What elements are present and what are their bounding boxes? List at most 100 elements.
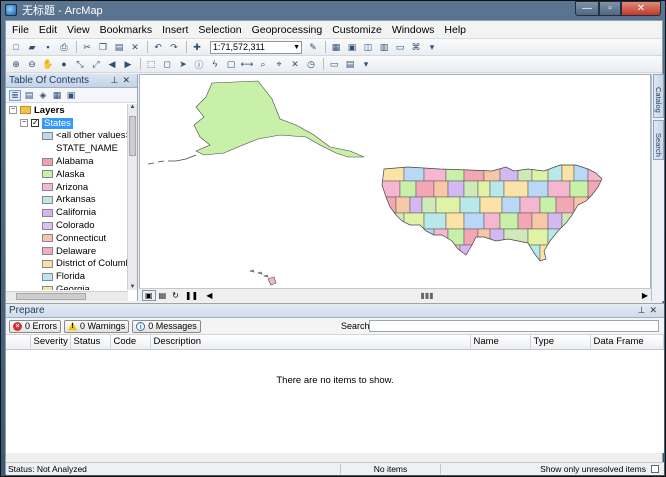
swipe-icon[interactable]: ▤ [343,58,357,71]
redo-icon[interactable]: ↷ [167,41,181,54]
cut-icon[interactable]: ✂ [80,41,94,54]
menu-edit[interactable]: Edit [39,24,57,36]
toc-vertical-scrollbar[interactable]: ▲ ▼ [127,104,137,290]
find-icon[interactable]: ⌕ [256,58,270,71]
menu-selection[interactable]: Selection [198,24,241,36]
copy-icon[interactable]: ❐ [96,41,110,54]
column-header-description[interactable]: Description [150,335,471,350]
us-states-map[interactable] [140,75,650,287]
fixed-zoom-out-icon[interactable]: ⤢ [89,58,103,71]
errors-filter-button[interactable]: × 0 Errors [9,319,62,333]
select-elements-icon[interactable]: ➤ [176,58,190,71]
new-document-icon[interactable]: □ [9,41,23,54]
go-to-xy-icon[interactable]: ✕ [288,58,302,71]
search-side-tab[interactable]: Search [653,120,664,160]
legend-item[interactable]: Connecticut [6,232,128,245]
search-window-icon[interactable]: ◫ [361,41,375,54]
menu-insert[interactable]: Insert [162,24,188,36]
legend-item[interactable]: Georgia [6,283,128,290]
model-builder-icon[interactable]: ⌘ [409,41,423,54]
states-layer-label[interactable]: States [42,117,73,129]
map-scale-input[interactable]: 1:71,572,311 ▼ [210,40,302,54]
menu-file[interactable]: File [12,24,29,36]
html-popup-icon[interactable]: ▢ [224,58,238,71]
states-layer-row[interactable]: − ✓ States [6,117,128,130]
close-icon[interactable]: ✕ [122,75,134,85]
delete-icon[interactable]: ✕ [128,41,142,54]
collapse-icon[interactable]: − [9,106,17,115]
scroll-thumb[interactable] [16,293,86,300]
measure-icon[interactable]: ⟷ [240,58,254,71]
fixed-zoom-in-icon[interactable]: ⤡ [73,58,87,71]
toc-horizontal-scrollbar[interactable] [6,291,128,301]
viewer-window-icon[interactable]: ▭ [327,58,341,71]
legend-item[interactable]: District of Columbia [6,258,128,271]
menu-customize[interactable]: Customize [332,24,382,36]
maximize-button[interactable]: ▫ [599,1,621,16]
arctoolbox-icon[interactable]: ▥ [377,41,391,54]
legend-item[interactable]: Alabama [6,155,128,168]
layer-visibility-checkbox[interactable]: ✓ [31,119,39,128]
close-icon[interactable]: ✕ [649,305,661,315]
pause-drawing-icon[interactable]: ❚❚ [185,291,198,300]
pan-icon[interactable]: ✋ [41,58,55,71]
zoom-in-icon[interactable]: ⊕ [9,58,23,71]
layers-dataframe-row[interactable]: − Layers [6,104,128,117]
column-header-icon[interactable] [6,335,31,350]
toc-options-icon[interactable]: ▣ [65,90,77,101]
column-header-status[interactable]: Status [70,335,111,350]
legend-item-other-values[interactable]: <all other values> [6,130,128,143]
python-window-icon[interactable]: ▭ [393,41,407,54]
table-of-contents-icon[interactable]: ▦ [329,41,343,54]
find-route-icon[interactable]: ⌖ [272,58,286,71]
pin-icon[interactable]: ⊥ [111,75,123,85]
list-by-drawing-order-icon[interactable]: ≣ [9,89,21,101]
minimize-button[interactable]: — [575,1,599,16]
toolbar-options-icon[interactable]: ▾ [359,58,373,71]
hyperlink-icon[interactable]: ϟ [208,58,222,71]
chevron-down-icon[interactable]: ▼ [293,42,300,53]
pin-icon[interactable]: ⊥ [638,305,650,315]
legend-item[interactable]: Florida [6,270,128,283]
print-icon[interactable]: ⎙ [57,41,71,54]
scroll-right-icon[interactable]: ▶ [642,291,651,300]
legend-item[interactable]: Arizona [6,181,128,194]
show-unresolved-checkbox[interactable] [651,465,659,473]
map-horizontal-scrollbar[interactable]: ▮▮▮ [212,291,641,300]
collapse-icon[interactable]: − [20,119,28,128]
show-unresolved-toggle[interactable]: Show only unresolved items [441,464,664,474]
full-extent-icon[interactable]: ● [57,58,71,71]
legend-item[interactable]: California [6,206,128,219]
time-slider-icon[interactable]: ◷ [304,58,318,71]
zoom-out-icon[interactable]: ⊖ [25,58,39,71]
add-data-icon[interactable]: ✚ [190,41,204,54]
column-header-data-frame[interactable]: Data Frame [590,335,664,350]
column-header-code[interactable]: Code [110,335,151,350]
column-header-type[interactable]: Type [530,335,591,350]
back-extent-icon[interactable]: ◀ [105,58,119,71]
clear-selection-icon[interactable]: ◻ [160,58,174,71]
undo-icon[interactable]: ↶ [151,41,165,54]
close-button[interactable]: ✕ [621,1,661,16]
editor-toolbar-icon[interactable]: ✎ [306,41,320,54]
column-header-severity[interactable]: Severity [30,335,71,350]
layout-view-icon[interactable]: ▤ [159,291,167,300]
open-folder-icon[interactable]: ▰ [25,41,39,54]
menu-help[interactable]: Help [444,24,466,36]
map-view[interactable] [139,74,651,301]
select-features-icon[interactable]: ⬚ [144,58,158,71]
toolbar-options-icon[interactable]: ▾ [425,41,439,54]
list-by-visibility-icon[interactable]: ◈ [37,90,49,101]
legend-item[interactable]: Alaska [6,168,128,181]
menu-geoprocessing[interactable]: Geoprocessing [252,24,323,36]
messages-filter-button[interactable]: i 0 Messages [132,319,201,333]
list-by-selection-icon[interactable]: ▦ [51,90,63,101]
menu-view[interactable]: View [67,24,90,36]
warnings-filter-button[interactable]: ! 0 Warnings [64,319,130,333]
catalog-side-tab[interactable]: Catalog [653,74,664,118]
refresh-icon[interactable]: ↻ [172,291,179,300]
catalog-window-icon[interactable]: ▣ [345,41,359,54]
scroll-down-icon[interactable]: ▼ [128,284,137,290]
legend-item[interactable]: Colorado [6,219,128,232]
menu-windows[interactable]: Windows [392,24,435,36]
